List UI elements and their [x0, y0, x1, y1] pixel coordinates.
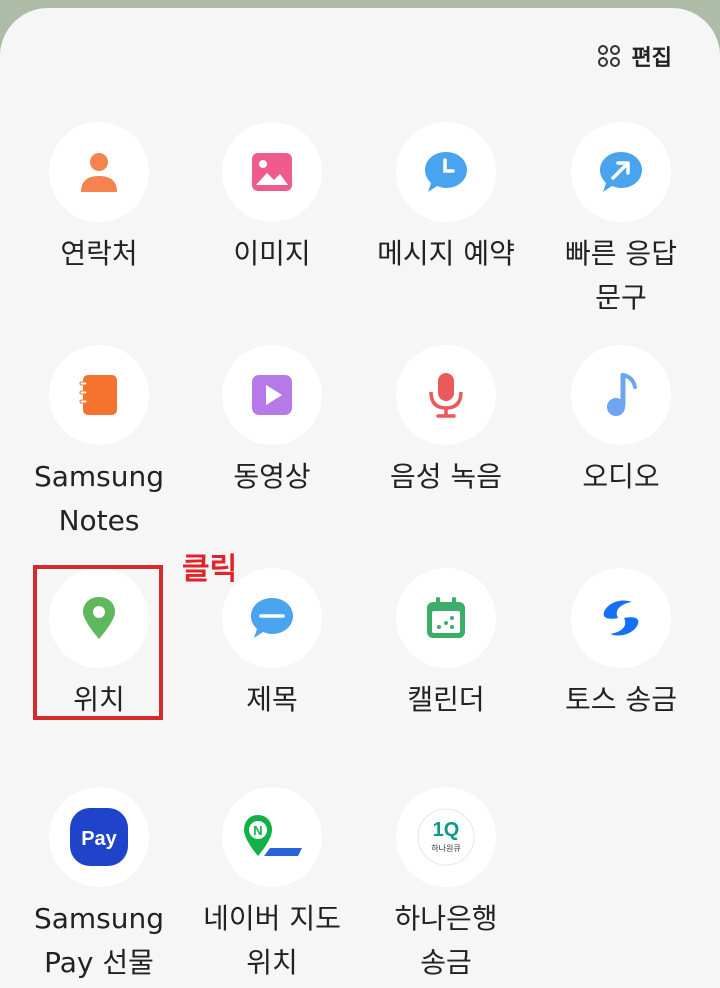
hana-sub-text: 하나원큐: [431, 843, 460, 853]
app-image[interactable]: 이미지: [192, 122, 352, 276]
app-label: 이미지: [233, 237, 311, 270]
app-label: 캘린더: [407, 683, 485, 716]
samsung-pay-icon: Pay: [70, 808, 128, 866]
microphone-icon: [429, 373, 463, 418]
toss-logo-icon: [603, 600, 639, 636]
music-note-icon: [607, 373, 637, 416]
app-calendar[interactable]: 캘린더: [366, 568, 526, 722]
app-grid: 연락처 이미지 메시지 예약 빠른 응답 문구 Samsung Notes 동영…: [0, 0, 720, 979]
app-label: Samsung Notes: [33, 460, 165, 537]
hana-1q-text: 1Q: [433, 819, 460, 841]
naver-n-text: N: [253, 823, 262, 838]
app-label: 오디오: [582, 460, 660, 493]
clock-bubble-icon: [425, 152, 467, 192]
app-hana-bank[interactable]: 1Q 하나원큐 하나은행 송금: [366, 787, 526, 985]
app-label: 빠른 응답 문구: [565, 237, 677, 314]
image-icon: [252, 153, 292, 191]
app-label: 연락처: [60, 237, 138, 270]
app-samsung-notes[interactable]: Samsung Notes: [19, 345, 179, 543]
arrow-bubble-icon: [600, 152, 642, 192]
app-label: Samsung Pay 선물: [33, 902, 165, 979]
app-video[interactable]: 동영상: [192, 345, 352, 499]
app-schedule-message[interactable]: 메시지 예약: [366, 122, 526, 276]
app-quick-reply[interactable]: 빠른 응답 문구: [541, 122, 701, 320]
app-samsung-pay[interactable]: Pay Samsung Pay 선물: [19, 787, 179, 985]
notebook-icon: [79, 375, 117, 415]
app-label: 음성 녹음: [390, 460, 502, 493]
person-icon: [81, 153, 117, 192]
app-label: 제목: [246, 683, 298, 716]
app-label: 하나은행 송금: [394, 902, 498, 979]
app-contacts[interactable]: 연락처: [19, 122, 179, 276]
pay-text: Pay: [81, 828, 117, 850]
app-toss[interactable]: 토스 송금: [541, 568, 701, 722]
app-label: 메시지 예약: [377, 237, 515, 270]
highlight-box: [33, 565, 163, 720]
app-voice-record[interactable]: 음성 녹음: [366, 345, 526, 499]
naver-map-icon: N: [244, 815, 302, 856]
app-label: 동영상: [233, 460, 311, 493]
calendar-icon: [427, 597, 465, 638]
subject-bubble-icon: [251, 598, 293, 638]
app-label: 네이버 지도 위치: [203, 902, 341, 979]
app-audio[interactable]: 오디오: [541, 345, 701, 499]
play-icon: [252, 375, 292, 415]
app-subject[interactable]: 제목: [192, 568, 352, 722]
click-annotation: 클릭: [182, 552, 238, 587]
app-naver-map[interactable]: N 네이버 지도 위치: [192, 787, 352, 985]
app-label: 토스 송금: [565, 683, 677, 716]
hana-1q-icon: 1Q 하나원큐: [417, 808, 475, 866]
